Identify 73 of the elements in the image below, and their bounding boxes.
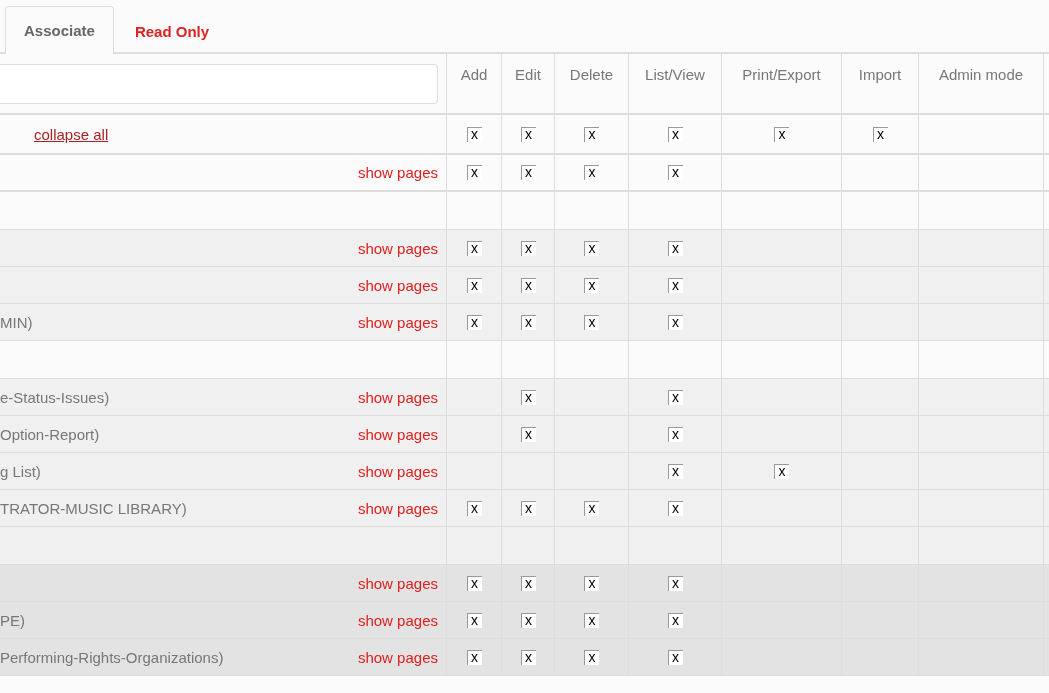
checkbox[interactable]: x (667, 389, 683, 405)
column-header: List/View (645, 66, 705, 83)
checkbox[interactable]: x (520, 500, 536, 516)
checkbox[interactable]: x (667, 126, 683, 142)
row-label: Performing-Rights-Organizations) (0, 648, 224, 666)
checkbox[interactable]: x (520, 612, 536, 628)
checkbox[interactable]: x (667, 575, 683, 591)
collapse-all-link[interactable]: collapse all (34, 125, 109, 143)
checkbox[interactable]: x (584, 240, 599, 256)
column-header: Add (460, 66, 488, 83)
row-label: MIN) (0, 313, 33, 331)
checkbox[interactable]: x (584, 277, 599, 293)
tab[interactable]: Associate (5, 6, 114, 54)
checkbox[interactable]: x (584, 165, 599, 180)
checkbox[interactable]: x (667, 426, 683, 442)
column-header: Edit (515, 66, 541, 83)
checkbox[interactable]: x (584, 314, 599, 330)
checkbox[interactable]: x (466, 612, 482, 628)
checkbox[interactable]: x (466, 575, 482, 591)
checkbox[interactable]: x (466, 314, 482, 330)
checkbox[interactable]: x (520, 426, 536, 442)
checkbox[interactable]: x (466, 649, 482, 665)
checkbox[interactable]: x (466, 240, 482, 256)
show-pages-link[interactable]: show pages (357, 388, 438, 406)
row-label: e-Status-Issues) (0, 388, 110, 406)
column-header: Delete (569, 66, 614, 83)
checkbox[interactable]: x (667, 277, 683, 293)
checkbox[interactable]: x (520, 575, 536, 591)
checkbox[interactable]: x (520, 389, 536, 405)
show-pages-link[interactable]: show pages (357, 574, 438, 592)
column-header: Admin mode (938, 66, 1024, 83)
checkbox[interactable]: x (584, 575, 599, 591)
checkbox[interactable]: x (520, 240, 536, 256)
checkbox[interactable]: x (520, 277, 536, 293)
row-label: g List) (0, 462, 41, 480)
checkbox[interactable]: x (584, 649, 599, 665)
checkbox[interactable]: x (872, 126, 888, 142)
show-pages-link[interactable]: show pages (357, 499, 438, 517)
checkbox[interactable]: x (520, 126, 536, 142)
show-pages-link[interactable]: show pages (357, 648, 438, 666)
checkbox[interactable]: x (667, 649, 683, 665)
show-pages-link[interactable]: show pages (357, 313, 438, 331)
checkbox[interactable]: x (667, 500, 683, 516)
column-header: Print/Export (742, 66, 821, 83)
checkbox[interactable]: x (520, 649, 536, 665)
checkbox[interactable]: x (667, 463, 683, 479)
tab[interactable]: Read Only (115, 8, 229, 54)
checkbox[interactable]: x (520, 314, 536, 330)
checkbox[interactable]: x (520, 165, 536, 180)
checkbox[interactable]: x (774, 126, 789, 142)
row-label: PE) (0, 611, 25, 629)
checkbox[interactable]: x (584, 126, 599, 142)
checkbox[interactable]: x (466, 500, 482, 516)
checkbox[interactable]: x (584, 612, 599, 628)
checkbox[interactable]: x (667, 240, 683, 256)
show-pages-link[interactable]: show pages (357, 276, 438, 294)
show-pages-link[interactable]: show pages (357, 611, 438, 629)
checkbox[interactable]: x (667, 612, 683, 628)
checkbox[interactable]: x (584, 500, 599, 516)
column-header: Import (858, 66, 902, 83)
checkbox[interactable]: x (667, 314, 683, 330)
show-pages-link[interactable]: show pages (357, 239, 438, 257)
row-label: Option-Report) (0, 425, 100, 443)
checkbox[interactable]: x (774, 463, 789, 479)
show-pages-link[interactable]: show pages (357, 462, 438, 480)
show-pages-link[interactable]: show pages (357, 425, 438, 443)
search-field[interactable] (0, 63, 438, 104)
checkbox[interactable]: x (466, 277, 482, 293)
checkbox[interactable]: x (667, 165, 683, 180)
checkbox[interactable]: x (466, 126, 482, 142)
show-pages-link[interactable]: show pages (357, 164, 438, 181)
checkbox[interactable]: x (466, 165, 482, 180)
row-label: TRATOR-MUSIC LIBRARY) (0, 499, 187, 517)
